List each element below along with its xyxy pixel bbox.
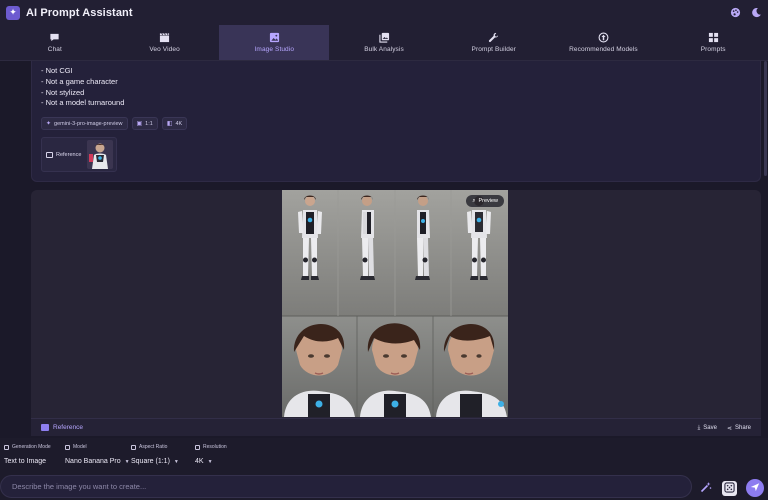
model-label: Model: [65, 444, 131, 450]
reference-thumbnail[interactable]: [87, 140, 113, 169]
select-value: 4K: [195, 458, 204, 465]
reference-button-label: Reference: [53, 424, 83, 431]
share-label: Share: [734, 425, 751, 431]
select-value: Square (1:1): [131, 458, 170, 465]
chat-icon: [49, 32, 60, 43]
clapper-icon: [159, 32, 170, 43]
prompt-input-container: [0, 475, 692, 498]
enhance-prompt-button[interactable]: [698, 481, 713, 496]
prompt-input[interactable]: [12, 482, 672, 491]
chevron-down-icon: ▼: [207, 458, 213, 465]
model-select[interactable]: Nano Banana Pro ▼: [65, 458, 131, 465]
tab-label: Bulk Analysis: [364, 46, 404, 53]
wrench-icon: [488, 32, 499, 43]
generation-mode-select[interactable]: Text to Image: [4, 458, 65, 465]
model-chip: ✦ gemini-3-pro-image-preview: [41, 117, 128, 130]
image-icon: [46, 151, 53, 158]
chip-label: 4K: [175, 120, 183, 127]
image-icon: [41, 424, 49, 431]
control-values: Text to Image Nano Banana Pro ▼ Square (…: [4, 458, 213, 465]
prompt-line: - Not stylized: [41, 87, 85, 97]
select-value: Nano Banana Pro: [65, 458, 121, 465]
chevron-down-icon: ▼: [124, 458, 130, 465]
moon-icon[interactable]: [750, 6, 762, 18]
label-text: Aspect Ratio: [139, 444, 168, 450]
sparkle-icon: ✦: [6, 5, 20, 20]
random-prompt-button[interactable]: [722, 481, 737, 496]
aspect-ratio-icon: ▣: [136, 121, 143, 127]
download-icon: ⤓: [697, 424, 701, 431]
image-icon: [269, 32, 280, 43]
prompt-line: - Not a model turnaround: [41, 98, 125, 108]
model-icon: [65, 444, 70, 450]
prompt-message-card: - Not CGI - Not a game character - Not s…: [31, 61, 761, 182]
generated-image[interactable]: ⌕ Preview: [282, 190, 508, 417]
share-icon: ⋖: [726, 425, 732, 432]
preview-button[interactable]: ⌕ Preview: [466, 195, 504, 207]
tab-label: Veo Video: [149, 46, 180, 53]
resolution-icon: ◧: [166, 121, 173, 127]
label-text: Model: [73, 444, 87, 450]
prompt-line: - Not a game character: [41, 76, 118, 86]
images-icon: [378, 32, 390, 43]
prompt-text: - Not CGI - Not a game character - Not s…: [41, 66, 124, 109]
label-text: Generation Mode: [12, 444, 51, 450]
upload-circle-icon: [598, 32, 609, 43]
tab-recommended-models[interactable]: Recommended Models: [549, 25, 659, 60]
generation-controls: Generation Mode Model Aspect Ratio Resol…: [0, 438, 768, 500]
app-window: ✦ AI Prompt Assistant Chat Veo Video Ima…: [0, 0, 768, 500]
tab-veo-video[interactable]: Veo Video: [110, 25, 220, 60]
send-icon: [750, 482, 760, 494]
chip-label: 1:1: [145, 120, 153, 127]
send-button[interactable]: [746, 479, 764, 497]
dice-icon: [724, 480, 735, 498]
share-button[interactable]: ⋖ Share: [727, 425, 751, 432]
app-title: AI Prompt Assistant: [26, 6, 133, 19]
tab-prompts[interactable]: Prompts: [658, 25, 768, 60]
select-value: Text to Image: [4, 458, 47, 465]
tab-label: Recommended Models: [569, 46, 638, 53]
app-header: ✦ AI Prompt Assistant: [0, 0, 768, 25]
save-button[interactable]: ⤓ Save: [698, 425, 717, 432]
aspect-ratio-select[interactable]: Square (1:1) ▼: [131, 458, 195, 465]
tab-label: Image Studio: [254, 46, 295, 53]
tab-label: Prompt Builder: [471, 46, 516, 53]
sparkle-icon: ✦: [46, 121, 52, 127]
tab-label: Chat: [47, 46, 62, 53]
generation-mode-label: Generation Mode: [4, 444, 65, 450]
tab-chat[interactable]: Chat: [0, 25, 110, 60]
aspect-ratio-label: Aspect Ratio: [131, 444, 195, 450]
resolution-select[interactable]: 4K ▼: [195, 458, 213, 465]
use-as-reference-button[interactable]: Reference: [41, 424, 83, 431]
magic-wand-icon: [700, 481, 712, 496]
tab-prompt-builder[interactable]: Prompt Builder: [439, 25, 549, 60]
chip-label: gemini-3-pro-image-preview: [54, 120, 123, 127]
preview-label: Preview: [478, 198, 498, 204]
palette-icon[interactable]: [729, 6, 741, 18]
resolution-icon: [195, 444, 200, 450]
chevron-down-icon: ▼: [173, 458, 179, 465]
resolution-label: Resolution: [195, 444, 227, 450]
tab-label: Prompts: [700, 46, 726, 53]
generation-meta-chips: ✦ gemini-3-pro-image-preview ▣ 1:1 ◧ 4K: [41, 117, 188, 130]
reference-attachment[interactable]: Reference: [41, 137, 117, 172]
tab-image-studio[interactable]: Image Studio: [219, 25, 330, 60]
save-label: Save: [703, 425, 717, 431]
grid-icon: [708, 32, 719, 43]
generated-image-panel: ⌕ Preview Reference ⤓ Save ⋖ Share: [31, 190, 761, 436]
prompt-line: - Not CGI: [41, 66, 73, 75]
main-tabs: Chat Veo Video Image Studio Bulk Analysi…: [0, 25, 768, 61]
aspect-ratio-icon: [131, 444, 136, 450]
result-action-bar: Reference ⤓ Save ⋖ Share: [31, 418, 761, 436]
zoom-icon: ⌕: [472, 197, 476, 204]
mode-icon: [4, 444, 9, 450]
control-labels: Generation Mode Model Aspect Ratio Resol…: [4, 444, 227, 450]
tab-bulk-analysis[interactable]: Bulk Analysis: [329, 25, 439, 60]
label-text: Resolution: [203, 444, 227, 450]
resolution-chip: ◧ 4K: [161, 117, 188, 130]
scrollbar-thumb[interactable]: [764, 61, 767, 176]
reference-label: Reference: [56, 151, 82, 158]
aspect-chip: ▣ 1:1: [131, 117, 158, 130]
